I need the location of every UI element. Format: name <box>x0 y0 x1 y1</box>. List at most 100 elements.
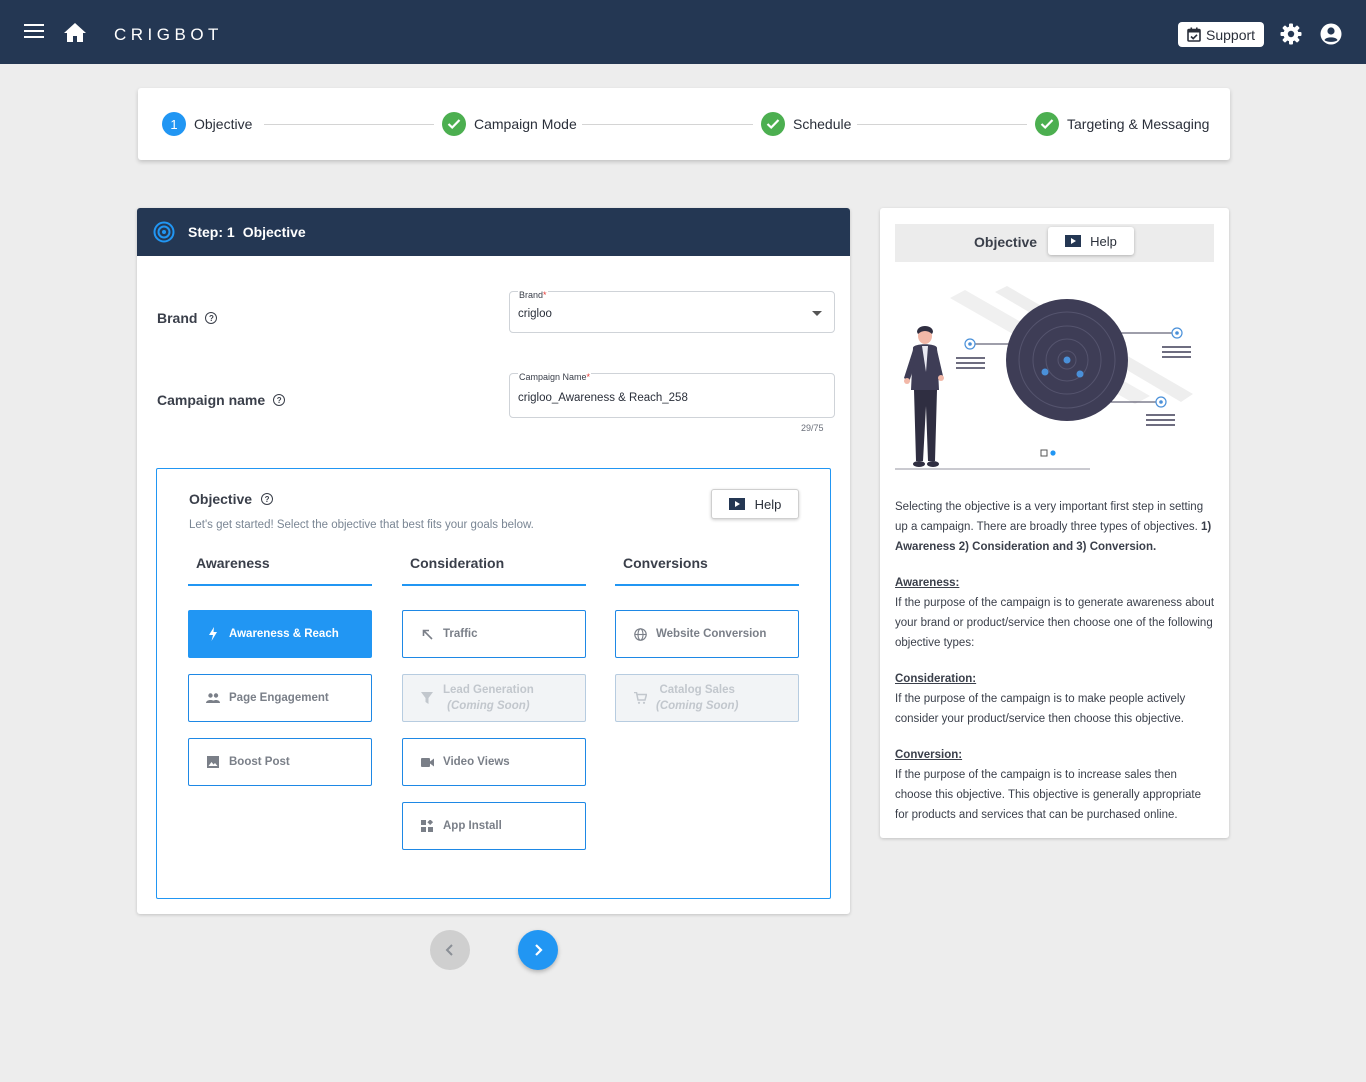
objective-option-label: Video Views <box>443 756 510 768</box>
chevron-left-icon <box>445 944 453 956</box>
brand-label-text: Brand <box>157 310 198 326</box>
step-label: Schedule <box>793 116 852 132</box>
previous-step-button[interactable] <box>430 930 470 970</box>
step-label: Objective <box>194 116 253 132</box>
brand-field-label: Brand* <box>518 290 548 300</box>
required-asterisk: * <box>543 290 547 300</box>
column-heading-consideration: Consideration <box>402 555 586 586</box>
objective-help-button[interactable]: Help <box>711 489 799 519</box>
column-heading-awareness: Awareness <box>188 555 372 586</box>
intro-paragraph: Selecting the objective is a very import… <box>895 497 1215 557</box>
objective-website-conversion-button[interactable]: Website Conversion <box>615 610 799 658</box>
objective-option-label: Page Engagement <box>229 692 329 704</box>
coming-soon-note: (Coming Soon) <box>656 700 739 712</box>
campaign-name-row-label: Campaign name ? <box>157 392 286 408</box>
app-logo-text: CRIGBOT <box>114 25 223 44</box>
step-label: Campaign Mode <box>474 116 577 132</box>
awareness-heading: Awareness: <box>895 577 960 589</box>
objective-option-label: Catalog Sales (Coming Soon) <box>656 682 738 714</box>
objective-awareness-reach-button[interactable]: Awareness & Reach <box>188 610 372 658</box>
step-label: Targeting & Messaging <box>1067 116 1210 132</box>
objective-traffic-button[interactable]: Traffic <box>402 610 586 658</box>
menu-icon[interactable] <box>24 24 46 42</box>
support-button[interactable]: Support <box>1178 22 1264 47</box>
objective-lead-generation-button: Lead Generation (Coming Soon) <box>402 674 586 722</box>
calendar-check-icon <box>1187 27 1201 42</box>
conversion-heading: Conversion: <box>895 749 963 761</box>
lightning-bolt-icon <box>206 627 220 641</box>
objective-subtitle: Let's get started! Select the objective … <box>189 519 534 531</box>
step-number-label: Step: 1 <box>188 224 235 240</box>
help-question-icon[interactable]: ? <box>273 394 286 406</box>
consideration-text: If the purpose of the campaign is to mak… <box>895 693 1186 725</box>
step-number-badge: 1 <box>162 112 186 136</box>
campaign-name-field[interactable]: Campaign Name* crigloo_Awareness & Reach… <box>509 372 835 418</box>
required-asterisk: * <box>586 372 591 382</box>
objective-title-text: Objective <box>189 491 253 507</box>
intro-text: Selecting the objective is a very import… <box>895 501 1204 533</box>
objective-option-label: App Install <box>443 820 502 832</box>
brand-select[interactable]: Brand* crigloo <box>509 290 835 333</box>
step-connector <box>264 124 434 125</box>
campaign-name-input[interactable]: crigloo_Awareness & Reach_258 <box>518 392 688 404</box>
info-panel-title: Objective <box>974 234 1038 250</box>
objective-video-views-button[interactable]: Video Views <box>402 738 586 786</box>
conversion-text: If the purpose of the campaign is to inc… <box>895 769 1201 821</box>
account-circle-icon[interactable] <box>1320 23 1342 45</box>
objective-option-title: Lead Generation <box>443 684 534 696</box>
objective-app-install-button[interactable]: App Install <box>402 802 586 850</box>
next-step-button[interactable] <box>518 930 558 970</box>
objective-form-card: Step: 1 Objective Brand ? Brand* crigloo… <box>137 208 850 914</box>
video-play-icon <box>1065 235 1082 247</box>
step-campaign-mode[interactable]: Campaign Mode <box>442 112 577 136</box>
apps-widget-icon <box>420 819 434 833</box>
character-counter: 29/75 <box>801 423 824 433</box>
image-icon <box>206 755 220 769</box>
objective-option-label: Awareness & Reach <box>229 628 339 640</box>
chevron-down-icon <box>812 311 822 316</box>
info-help-button[interactable]: Help <box>1048 227 1134 255</box>
step-targeting-messaging[interactable]: Targeting & Messaging <box>1035 112 1209 136</box>
card-header: Step: 1 Objective <box>137 208 850 256</box>
target-radar-icon <box>153 221 175 243</box>
support-label: Support <box>1206 26 1256 43</box>
chevron-right-icon <box>535 944 543 956</box>
consideration-heading: Consideration: <box>895 673 977 685</box>
objective-boost-post-button[interactable]: Boost Post <box>188 738 372 786</box>
home-icon[interactable] <box>63 22 87 44</box>
video-camera-icon <box>420 755 434 769</box>
objective-option-label: Website Conversion <box>656 628 767 640</box>
campaign-stepper: 1 Objective Campaign Mode Schedule Targe… <box>138 88 1230 160</box>
objective-option-label: Traffic <box>443 628 478 640</box>
step-schedule[interactable]: Schedule <box>761 112 851 136</box>
campaign-name-field-label: Campaign Name* <box>518 372 592 382</box>
help-button-label: Help <box>754 496 782 512</box>
campaign-name-field-label-text: Campaign Name <box>519 372 587 382</box>
objective-option-label: Boost Post <box>229 756 290 768</box>
help-question-icon[interactable]: ? <box>261 493 274 505</box>
globe-icon <box>633 627 647 641</box>
objective-explanation: Selecting the objective is a very import… <box>895 497 1215 841</box>
shopping-cart-icon <box>633 691 647 705</box>
awareness-text: If the purpose of the campaign is to gen… <box>895 597 1215 649</box>
info-panel-header: Objective Help <box>895 224 1214 262</box>
brand-row-label: Brand ? <box>157 310 218 326</box>
settings-gear-icon[interactable] <box>1280 23 1302 45</box>
coming-soon-note: (Coming Soon) <box>447 700 530 712</box>
help-question-icon[interactable]: ? <box>205 312 218 324</box>
check-icon <box>442 112 466 136</box>
consideration-paragraph: Consideration: If the purpose of the camp… <box>895 669 1215 729</box>
video-play-icon <box>728 498 745 510</box>
objective-page-engagement-button[interactable]: Page Engagement <box>188 674 372 722</box>
objective-catalog-sales-button: Catalog Sales (Coming Soon) <box>615 674 799 722</box>
step-objective[interactable]: 1 Objective <box>162 112 252 136</box>
objective-option-label: Lead Generation (Coming Soon) <box>443 682 534 714</box>
top-app-bar: CRIGBOT Support <box>0 0 1366 64</box>
check-icon <box>761 112 785 136</box>
step-connector <box>582 124 753 125</box>
brand-select-value: crigloo <box>518 308 552 320</box>
awareness-paragraph: Awareness: If the purpose of the campaign… <box>895 573 1215 653</box>
objective-info-panel: Objective Help Selecting the objective i… <box>880 208 1229 838</box>
card-title: Objective <box>242 224 306 240</box>
column-heading-conversions: Conversions <box>615 555 799 586</box>
